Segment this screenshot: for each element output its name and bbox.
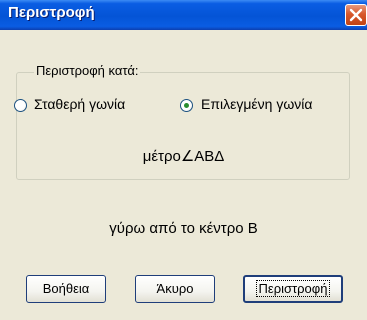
- cancel-button[interactable]: Άκυρο: [135, 275, 215, 303]
- group-legend: Περιστροφή κατά:: [34, 63, 141, 78]
- angle-measure-text: μέτρο∠ΑΒΔ: [142, 148, 225, 165]
- title-bar[interactable]: Περιστροφή: [0, 0, 367, 30]
- fixed-angle-radio[interactable]: [14, 99, 27, 112]
- window-title: Περιστροφή: [8, 4, 95, 21]
- fixed-angle-label[interactable]: Σταθερή γωνία: [34, 96, 125, 112]
- rotate-button-label: Περιστροφή: [255, 280, 331, 297]
- selected-angle-label[interactable]: Επιλεγμένη γωνία: [201, 96, 312, 112]
- close-button[interactable]: [345, 4, 367, 26]
- close-icon: [349, 8, 363, 22]
- help-button[interactable]: Βοήθεια: [26, 275, 106, 303]
- selected-angle-radio[interactable]: [180, 99, 193, 112]
- rotation-center-text: γύρω από το κέντρο Β: [109, 220, 258, 237]
- rotate-button[interactable]: Περιστροφή: [243, 275, 343, 303]
